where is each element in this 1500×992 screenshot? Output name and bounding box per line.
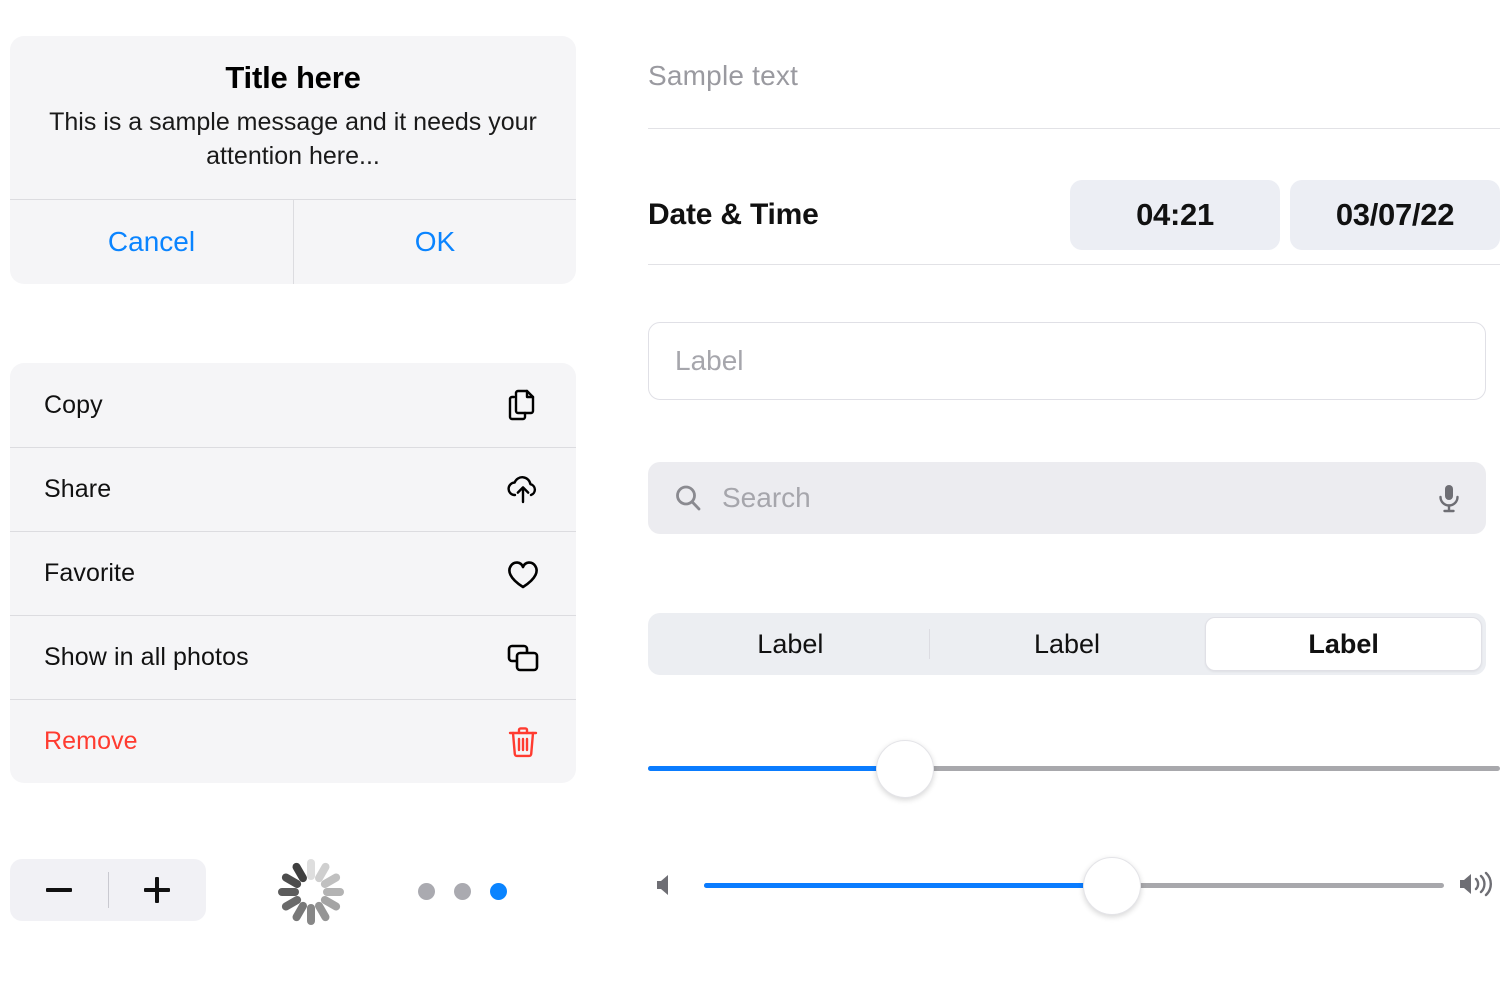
- volume-thumb[interactable]: [1083, 857, 1141, 915]
- alert-message: This is a sample message and it needs yo…: [49, 107, 537, 170]
- slider-control[interactable]: [648, 738, 1500, 798]
- minus-icon: [45, 888, 72, 892]
- divider-top: [648, 128, 1500, 129]
- plus-icon: [144, 877, 171, 903]
- slider-track-wrap[interactable]: [648, 738, 1500, 798]
- right-panel: Sample text Date & Time 04:21 03/07/22 L…: [648, 0, 1500, 992]
- list-item-share[interactable]: Share: [10, 447, 576, 531]
- list-item-label: Show in all photos: [44, 643, 249, 671]
- date-value-button[interactable]: 03/07/22: [1290, 180, 1500, 250]
- speaker-high-icon: [1458, 864, 1500, 906]
- segment-2[interactable]: Label: [1205, 617, 1483, 671]
- segmented-control: Label Label Label: [648, 613, 1486, 675]
- spinner-spoke: [278, 888, 299, 896]
- date-time-row: Date & Time 04:21 03/07/22: [648, 180, 1500, 250]
- list-item-label: Favorite: [44, 559, 136, 587]
- list-item-label: Copy: [44, 390, 103, 419]
- page-indicator-dots: [418, 883, 507, 900]
- alert-dialog: Title here This is a sample message and …: [10, 36, 576, 284]
- spinner-spoke: [323, 888, 344, 896]
- section-header: Sample text: [648, 60, 799, 91]
- stepper-control: [10, 859, 206, 921]
- search-bar[interactable]: [648, 462, 1486, 534]
- list-item-copy[interactable]: Copy: [10, 363, 576, 447]
- segment-1[interactable]: Label: [928, 617, 1206, 671]
- action-list: Copy Share Favorite Show in all photos R…: [10, 363, 576, 783]
- heart-icon: [504, 555, 542, 593]
- list-item-label: Remove: [44, 727, 138, 755]
- date-time-pills: 04:21 03/07/22: [1070, 180, 1500, 250]
- volume-track-wrap[interactable]: [704, 855, 1444, 915]
- list-item-show-in-all-photos[interactable]: Show in all photos: [10, 615, 576, 699]
- loading-spinner-icon: [271, 852, 351, 932]
- page-dot-active[interactable]: [490, 883, 507, 900]
- copy-documents-icon: [504, 386, 542, 424]
- microphone-icon[interactable]: [1434, 482, 1464, 514]
- time-value-button[interactable]: 04:21: [1070, 180, 1280, 250]
- slider-fill: [648, 766, 904, 771]
- spinner-spoke: [307, 904, 315, 925]
- label-input[interactable]: [673, 344, 1461, 378]
- page-dot[interactable]: [454, 883, 471, 900]
- segment-0[interactable]: Label: [652, 617, 929, 671]
- duplicate-squares-icon: [504, 639, 542, 677]
- list-item-remove[interactable]: Remove: [10, 699, 576, 783]
- volume-slider-control[interactable]: [648, 855, 1500, 915]
- date-time-label: Date & Time: [648, 198, 819, 231]
- speaker-mute-icon: [648, 864, 690, 906]
- increment-button[interactable]: [109, 859, 207, 921]
- list-item-favorite[interactable]: Favorite: [10, 531, 576, 615]
- ok-button[interactable]: OK: [293, 199, 576, 284]
- trash-icon: [504, 723, 542, 761]
- search-icon: [672, 482, 704, 514]
- alert-body: Title here This is a sample message and …: [10, 36, 576, 199]
- alert-actions: Cancel OK: [10, 198, 576, 284]
- volume-fill: [704, 883, 1111, 888]
- search-input[interactable]: [720, 481, 1418, 515]
- list-item-label: Share: [44, 475, 112, 503]
- cloud-upload-icon: [504, 471, 542, 509]
- page-dot[interactable]: [418, 883, 435, 900]
- cancel-button[interactable]: Cancel: [10, 200, 293, 284]
- label-text-field[interactable]: [648, 322, 1486, 400]
- decrement-button[interactable]: [10, 859, 108, 921]
- slider-thumb[interactable]: [875, 740, 934, 798]
- alert-title: Title here: [225, 60, 361, 95]
- divider-bottom: [648, 264, 1500, 265]
